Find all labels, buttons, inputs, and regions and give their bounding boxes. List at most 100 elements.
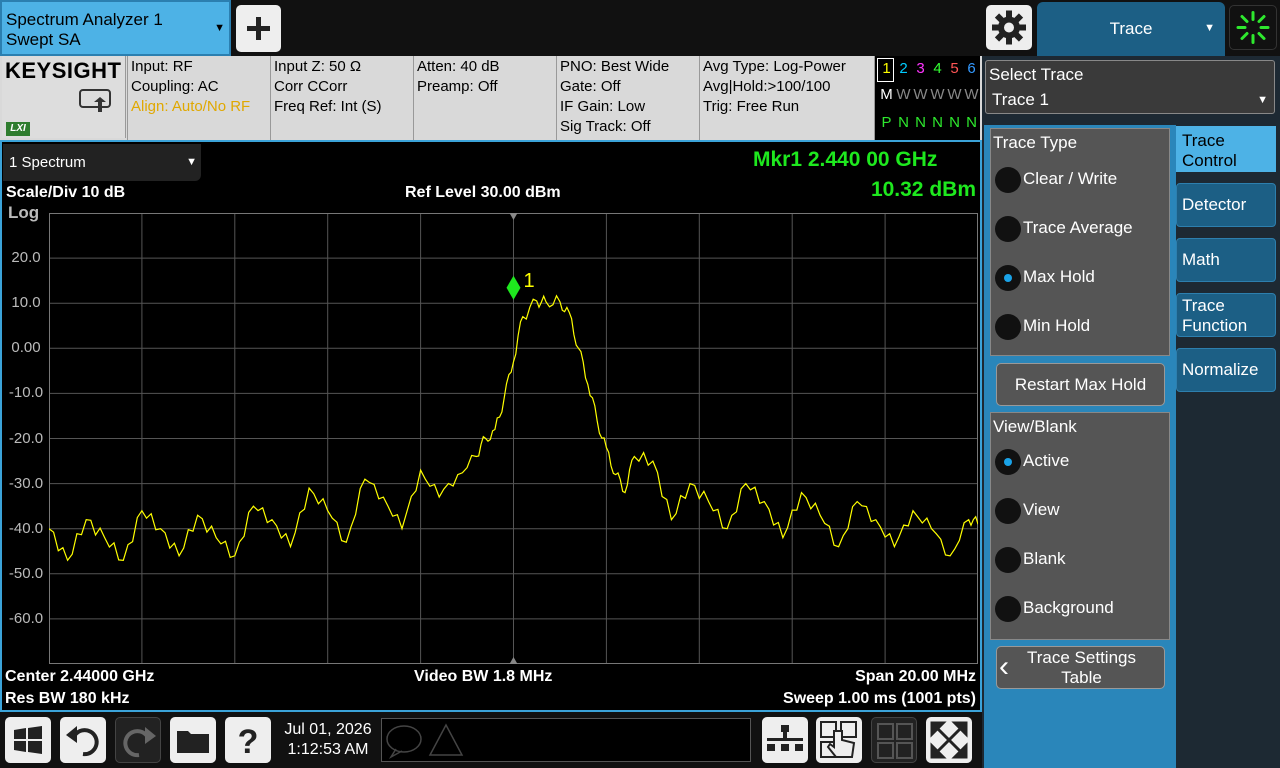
view-blank-title: View/Blank: [993, 417, 1077, 436]
trace-mode-4: W: [930, 86, 945, 103]
trace-detector-2: N: [898, 114, 909, 131]
avg-hold-value: Avg|Hold:>100/100: [703, 78, 831, 95]
correction-value: Corr CCorr: [274, 78, 348, 95]
view-background[interactable]: Background: [995, 592, 1165, 624]
side-tab-trace-function[interactable]: Trace Function: [1176, 293, 1276, 337]
select-trace-value: Trace 1: [992, 90, 1050, 109]
keysight-logo: KEYSIGHT: [5, 58, 122, 83]
redo-icon: [123, 727, 156, 758]
freq-ref-value: Freq Ref: Int (S): [274, 98, 382, 115]
coupling-value: Coupling: AC: [131, 78, 219, 95]
fullscreen-button[interactable]: [926, 717, 972, 763]
radio-label: Background: [1023, 598, 1114, 617]
input-z-value: Input Z: 50 Ω: [274, 58, 362, 75]
side-tab-trace-control[interactable]: Trace Control: [1176, 126, 1276, 172]
y-tick-label: -20.0: [8, 429, 44, 447]
y-tick-label: 10.0: [11, 294, 41, 312]
side-tab-normalize[interactable]: Normalize: [1176, 348, 1276, 392]
chevron-down-icon: ▼: [214, 22, 225, 34]
tab-label-line1: Trace: [1182, 296, 1225, 315]
y-tick-label: -30.0: [8, 474, 44, 492]
gate-value: Gate: Off: [560, 78, 621, 95]
marker-1-label: 1: [524, 270, 535, 292]
view-blank-group: View/Blank Active View Blank Background: [990, 412, 1170, 640]
y-tick-label: 20.0: [11, 249, 41, 267]
tab-label: Detector: [1182, 195, 1247, 214]
tab-label-line2: Function: [1182, 316, 1248, 335]
touch-mode-button[interactable]: [816, 717, 862, 763]
view-view[interactable]: View: [995, 494, 1165, 526]
trace-type-max-hold[interactable]: Max Hold: [995, 261, 1165, 293]
sweep-spinner-icon: [1236, 11, 1270, 44]
restart-max-hold-button[interactable]: Restart Max Hold: [996, 363, 1165, 406]
spectrum-graph[interactable]: 1: [49, 213, 978, 664]
windows-start-button[interactable]: [5, 717, 51, 763]
file-button[interactable]: [170, 717, 216, 763]
trace-mode-1: M: [880, 86, 893, 103]
menu-tab-trace[interactable]: Trace ▼: [1037, 2, 1225, 56]
lxi-badge: LXI: [6, 122, 30, 136]
averaging-info[interactable]: Avg Type: Log-Power Avg|Hold:>100/100 Tr…: [699, 56, 874, 140]
multi-window-button[interactable]: [871, 717, 917, 763]
trace-detector-3: N: [915, 114, 926, 131]
radio-label: Active: [1023, 451, 1070, 470]
trace-detector-6: N: [966, 114, 977, 131]
atten-value: Atten: 40 dB: [417, 58, 500, 75]
undo-button[interactable]: [60, 717, 106, 763]
center-frequency: Center 2.44000 GHz: [5, 668, 155, 685]
align-value: Align: Auto/No RF: [131, 98, 251, 115]
view-blank[interactable]: Blank: [995, 543, 1165, 575]
trace-type-average[interactable]: Trace Average: [995, 212, 1165, 244]
trace-number-3: 3: [916, 60, 925, 77]
keysight-logo-panel[interactable]: KEYSIGHT LXI: [2, 56, 126, 138]
radio-icon: [995, 167, 1021, 193]
trace-type-clear-write[interactable]: Clear / Write: [995, 163, 1165, 195]
button-label-line2: Table: [1061, 668, 1102, 687]
trace-detector-4: N: [932, 114, 943, 131]
attenuation-info[interactable]: Atten: 40 dB Preamp: Off: [413, 56, 556, 140]
tab-label: Math: [1182, 250, 1220, 269]
app-mode-tab[interactable]: Spectrum Analyzer 1 Swept SA ▼: [0, 0, 231, 56]
add-screen-button[interactable]: [236, 5, 281, 52]
message-area[interactable]: [381, 718, 751, 762]
preamp-value: Preamp: Off: [417, 78, 498, 95]
trace-settings-table-button[interactable]: ‹ Trace Settings Table: [996, 646, 1165, 689]
side-tab-detector[interactable]: Detector: [1176, 183, 1276, 227]
trace-type-min-hold[interactable]: Min Hold: [995, 310, 1165, 342]
y-tick-label: -50.0: [8, 564, 44, 582]
radio-label: Trace Average: [1023, 218, 1133, 237]
view-active[interactable]: Active: [995, 445, 1165, 477]
app-mode-name: Spectrum Analyzer 1: [6, 10, 163, 29]
side-tab-math[interactable]: Math: [1176, 238, 1276, 282]
remote-display-icon: [79, 89, 111, 112]
sweep-time: Sweep 1.00 ms (1001 pts): [783, 690, 976, 707]
date-text: Jul 01, 2026: [284, 721, 372, 738]
windows-icon: [14, 726, 42, 754]
radio-icon: [995, 314, 1021, 340]
sweep-status-button[interactable]: [1229, 5, 1277, 50]
video-bandwidth: Video BW 1.8 MHz: [414, 668, 553, 685]
input-info[interactable]: Input: RF Coupling: AC Align: Auto/No RF: [127, 56, 270, 140]
radio-label: View: [1023, 500, 1060, 519]
expand-icon: [930, 721, 968, 759]
help-button[interactable]: ?: [225, 717, 271, 763]
trace-detector-1: P: [881, 114, 892, 131]
chevron-down-icon: ▼: [1257, 94, 1268, 106]
redo-button[interactable]: [115, 717, 161, 763]
hierarchy-icon: [767, 725, 803, 751]
input-z-info[interactable]: Input Z: 50 Ω Corr CCorr Freq Ref: Int (…: [270, 56, 413, 140]
marker-amplitude: 10.32 dBm: [870, 178, 976, 201]
settings-button[interactable]: [986, 5, 1032, 50]
trace-indicator[interactable]: 123456MWWWWWPNNNNN: [874, 56, 980, 140]
layout-tree-button[interactable]: [762, 717, 808, 763]
date-time: Jul 01, 2026 1:12:53 AM: [280, 718, 376, 762]
radio-icon: [995, 498, 1021, 524]
radio-icon: [995, 596, 1021, 622]
sweep-info[interactable]: PNO: Best Wide Gate: Off IF Gain: Low Si…: [556, 56, 699, 140]
center-top-arrow-icon: [509, 213, 518, 220]
button-label-line1: Trace Settings: [1027, 648, 1136, 667]
trace-number-6: 6: [967, 60, 976, 77]
window-select-dropdown[interactable]: 1 Spectrum ▼: [3, 144, 201, 181]
select-trace-dropdown[interactable]: Select Trace Trace 1 ▼: [985, 60, 1275, 114]
trace-number-4: 4: [933, 60, 942, 77]
